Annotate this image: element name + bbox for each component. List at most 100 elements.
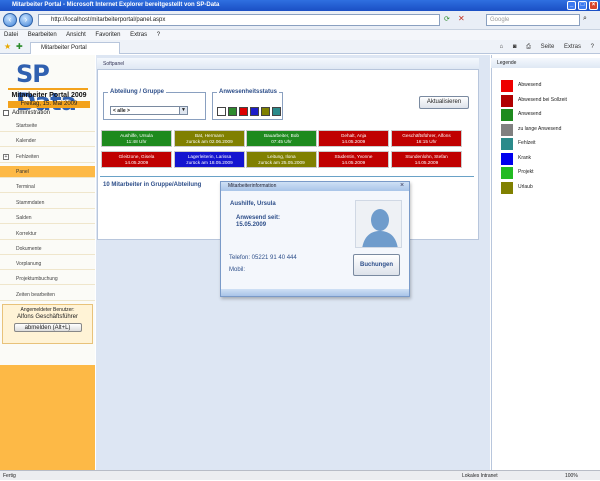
tab-label: Mitarbeiter Portal — [41, 45, 87, 51]
administration-toggle[interactable]: Administration — [3, 110, 50, 116]
popup-phone: Telefon: 05221 91 40 444 — [229, 255, 297, 261]
popup-close-icon[interactable]: × — [400, 182, 404, 189]
status-fieldset: Anwesenheitsstatus — [212, 89, 283, 120]
employee-card[interactable]: Leitung, Ilona zurück am 25.05.2009 — [246, 151, 317, 168]
employee-card[interactable]: Bauarbeiter, Bob 07:45 Uhr — [246, 130, 317, 147]
popup-mobile: Mobil: — [229, 267, 246, 273]
current-date: Freitag, 15. Mai 2009 — [8, 101, 90, 108]
sidebar-item-fehlzeiten[interactable]: + Fehlzeiten — [0, 151, 95, 163]
employee-status-info: 07:45 Uhr — [271, 139, 292, 144]
favorites-star-icon[interactable]: ★ — [4, 42, 11, 51]
menu-bearbeiten[interactable]: Bearbeiten — [28, 32, 57, 38]
employee-status-info: 16:15 Uhr — [416, 139, 437, 144]
sidebar-item-label: Salden — [16, 215, 32, 221]
group-select[interactable]: < alle > ▼ — [110, 106, 188, 115]
sidebar-item-label: Korrektur — [16, 231, 37, 237]
employee-status-info: 11:48 Uhr — [126, 139, 147, 144]
bookings-button[interactable]: Buchungen — [353, 254, 400, 276]
status-filter-swatch[interactable] — [250, 107, 259, 116]
home-icon[interactable]: ⌂ — [500, 44, 504, 50]
search-icon[interactable]: ⌕ — [583, 15, 587, 23]
sidebar-item-startseite[interactable]: Startseite — [0, 120, 95, 132]
employee-card[interactable]: Gleitzone, Gisela 14.05.2009 — [101, 151, 172, 168]
employee-card[interactable]: Aushilfe, Ursula 11:48 Uhr — [101, 130, 172, 147]
url-text: http://localhost/mitarbeiterportal/panel… — [51, 17, 166, 23]
minimize-button[interactable]: _ — [567, 1, 576, 10]
sidebar-item-label: Projektumbuchung — [16, 276, 58, 282]
legend-color-swatch — [501, 94, 513, 107]
add-favorite-icon[interactable]: ✚ — [16, 42, 23, 51]
feeds-icon[interactable]: ◙ — [513, 44, 517, 50]
status-filter-swatch[interactable] — [217, 107, 226, 116]
employee-card[interactable]: Geschäftsführer, Alfons 16:15 Uhr — [391, 130, 462, 147]
legend-item: Urlaub — [501, 181, 596, 194]
page-menu[interactable]: Seite — [541, 44, 555, 50]
window-title: Mitarbeiter Portal - Microsoft Internet … — [12, 2, 220, 8]
sidebar-item-kalender[interactable]: Kalender — [0, 135, 95, 147]
stop-icon[interactable]: ✕ — [458, 14, 465, 23]
back-button[interactable]: ‹ — [3, 13, 17, 27]
refresh-button[interactable]: Aktualisieren — [419, 96, 469, 109]
sidebar-item-zeiten-bearbeiten[interactable]: Zeiten bearbeiten — [0, 289, 95, 301]
sidebar-item-korrektur[interactable]: Korrektur — [0, 228, 95, 240]
administration-label: Administration — [12, 110, 51, 116]
tools-menu[interactable]: Extras — [564, 44, 581, 50]
forward-button[interactable]: › — [19, 13, 33, 27]
legend-label: Urlaub — [518, 183, 533, 190]
chevron-down-icon: ▼ — [179, 107, 187, 114]
sidebar-item-label: Dokumente — [16, 246, 42, 252]
status-filter-swatch[interactable] — [239, 107, 248, 116]
menu-favoriten[interactable]: Favoriten — [95, 32, 120, 38]
group-legend: Abteilung / Gruppe — [108, 89, 166, 95]
address-input[interactable]: http://localhost/mitarbeiterportal/panel… — [38, 14, 440, 26]
sidebar-item-salden[interactable]: Salden — [0, 212, 95, 224]
employee-count: 10 Mitarbeiter in Gruppe/Abteilung — [103, 182, 202, 188]
user-caption: Angemeldeter Benutzer: — [20, 307, 75, 313]
sidebar-item-stammdaten[interactable]: Stammdaten — [0, 197, 95, 209]
logout-button[interactable]: abmelden (Alt+L) — [13, 323, 82, 332]
legend-color-swatch — [501, 138, 513, 150]
status-filter-swatch[interactable] — [272, 107, 281, 116]
employee-card[interactable]: Stundenlohn, Stefan 14.05.2009 — [391, 151, 462, 168]
employee-card[interactable]: Gehalt, Anja 14.05.2009 — [318, 130, 389, 147]
sidebar-item-panel[interactable]: Panel — [0, 166, 95, 178]
administration-checkbox[interactable] — [3, 110, 9, 116]
popup-title: Mitarbeiterinformation — [228, 183, 277, 189]
menu-bar: Datei Bearbeiten Ansicht Favoriten Extra… — [0, 30, 600, 40]
legend-label: Krank — [518, 154, 532, 161]
help-icon[interactable]: ? — [591, 44, 594, 50]
legend-label: zu lange Anwesend — [518, 125, 562, 132]
tab-mitarbeiter-portal[interactable]: Mitarbeiter Portal — [30, 42, 120, 54]
refresh-icon[interactable]: ⟳ — [444, 15, 450, 23]
user-name: Alfons Geschäftsführer — [16, 314, 79, 320]
popup-header: Mitarbeiterinformation — [221, 182, 409, 191]
menu-ansicht[interactable]: Ansicht — [66, 32, 86, 38]
print-icon[interactable]: ⎙ — [526, 44, 531, 50]
employee-status-info: zurück am 02.06.2009 — [186, 139, 233, 144]
portal-title: Mitarbeiter Portal 2009 — [11, 92, 87, 99]
menu-extras[interactable]: Extras — [130, 32, 147, 38]
sidebar-item-vorplanung[interactable]: Vorplanung — [0, 258, 95, 270]
employee-card[interactable]: Bat, Hermann zurück am 02.06.2009 — [174, 130, 245, 147]
close-window-button[interactable]: × — [589, 1, 598, 10]
employee-status-info: zurück am 25.05.2009 — [258, 160, 305, 165]
legend-color-swatch — [501, 181, 513, 194]
sidebar-item-dokumente[interactable]: Dokumente — [0, 243, 95, 255]
legend-label: Abwesend — [518, 82, 542, 88]
menu-help[interactable]: ? — [157, 32, 160, 38]
search-input[interactable]: Google — [486, 14, 580, 26]
maximize-button[interactable]: □ — [578, 1, 587, 10]
employee-status-info: 14.05.2009 — [414, 160, 439, 165]
legend-item: Abwesend bei Sollzeit — [501, 94, 596, 107]
sidebar-item-terminal[interactable]: Terminal — [0, 181, 95, 193]
sidebar-item-projektumbuchung[interactable]: Projektumbuchung — [0, 273, 95, 285]
panel-title: Softpanel — [97, 58, 479, 70]
popup-status-line: Anwesend seit: — [236, 215, 281, 221]
employee-card[interactable]: Studentin, Yvonne 14.05.2009 — [318, 151, 389, 168]
status-filter-swatch[interactable] — [228, 107, 237, 116]
status-filter-swatch[interactable] — [261, 107, 270, 116]
expand-plus-icon[interactable]: + — [3, 154, 9, 160]
sidebar-item-label: Startseite — [16, 123, 38, 129]
menu-datei[interactable]: Datei — [4, 32, 18, 38]
employee-card[interactable]: Lagerleiterin, Larissa zurück am 18.05.20… — [174, 151, 245, 168]
